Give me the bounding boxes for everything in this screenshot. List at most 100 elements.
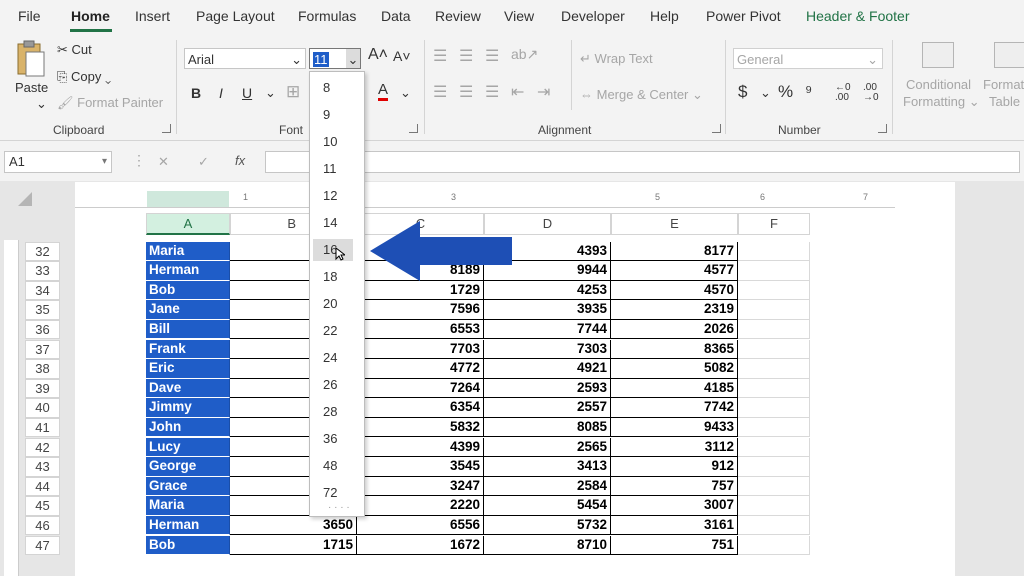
tab-review[interactable]: Review	[435, 8, 481, 24]
row-header[interactable]: 47	[25, 535, 60, 556]
column-header-e[interactable]: E	[611, 213, 738, 235]
empty-cell[interactable]	[738, 359, 810, 379]
name-cell[interactable]: Frank	[146, 339, 230, 360]
font-size-option[interactable]: 48	[313, 455, 353, 477]
name-cell[interactable]: Jimmy	[146, 398, 230, 418]
empty-cell[interactable]	[738, 417, 810, 438]
decrease-decimal-icon[interactable]: .00 →0	[863, 83, 879, 103]
table-cell[interactable]: 751	[611, 535, 738, 556]
conditional-formatting-label[interactable]: Conditional	[906, 77, 971, 92]
formula-input[interactable]	[265, 151, 1020, 173]
currency-dropdown-icon[interactable]: ⌄	[760, 85, 771, 101]
table-cell[interactable]: 7596	[357, 300, 484, 320]
table-cell[interactable]: 4772	[357, 359, 484, 379]
font-size-option[interactable]: 9	[313, 104, 353, 126]
tab-page-layout[interactable]: Page Layout	[196, 8, 275, 24]
table-cell[interactable]: 5082	[611, 359, 738, 379]
borders-icon[interactable]: ⊞	[286, 82, 300, 102]
number-launcher-icon[interactable]	[878, 124, 887, 133]
name-cell[interactable]: Grace	[146, 476, 230, 497]
tab-developer[interactable]: Developer	[561, 8, 625, 24]
name-cell[interactable]: Jane	[146, 300, 230, 320]
font-size-option[interactable]: 11	[313, 158, 353, 180]
table-cell[interactable]: 4570	[611, 280, 738, 301]
row-header[interactable]: 45	[25, 496, 60, 516]
font-name-box[interactable]: Arial ⌄	[184, 48, 306, 69]
table-cell[interactable]: 1672	[357, 535, 484, 556]
font-size-option[interactable]: 16	[313, 239, 353, 261]
font-size-option[interactable]: 22	[313, 320, 353, 342]
table-cell[interactable]: 4921	[484, 359, 611, 379]
table-cell[interactable]: 2026	[611, 319, 738, 340]
table-cell[interactable]: 1715	[230, 535, 357, 556]
font-size-option[interactable]: 26	[313, 374, 353, 396]
font-color-button[interactable]: A	[378, 82, 389, 101]
column-header-a[interactable]: A	[146, 213, 230, 235]
empty-cell[interactable]	[738, 378, 810, 399]
table-cell[interactable]: 757	[611, 476, 738, 497]
name-cell[interactable]: John	[146, 417, 230, 438]
orientation-icon[interactable]: ab↗	[511, 46, 538, 63]
name-cell[interactable]: George	[146, 457, 230, 477]
empty-cell[interactable]	[738, 476, 810, 497]
font-size-option[interactable]: 72	[313, 482, 353, 504]
font-size-option[interactable]: 20	[313, 293, 353, 315]
tab-power-pivot[interactable]: Power Pivot	[706, 8, 781, 24]
table-cell[interactable]: 7703	[357, 339, 484, 360]
paste-dropdown-icon[interactable]: ⌄	[36, 96, 47, 112]
format-painter-button[interactable]: 🖌 Format Painter	[57, 95, 163, 111]
table-cell[interactable]: 7264	[357, 378, 484, 399]
table-cell[interactable]: 2584	[484, 476, 611, 497]
table-cell[interactable]: 6556	[357, 515, 484, 536]
number-format-box[interactable]: General ⌄	[733, 48, 883, 69]
underline-dropdown-icon[interactable]: ⌄	[265, 85, 276, 101]
empty-cell[interactable]	[738, 319, 810, 340]
table-cell[interactable]: 3247	[357, 476, 484, 497]
table-cell[interactable]: 3007	[611, 496, 738, 516]
name-cell[interactable]: Dave	[146, 378, 230, 399]
increase-font-size-icon[interactable]: A˄	[368, 46, 388, 64]
tab-view[interactable]: View	[504, 8, 534, 24]
align-center-icon[interactable]: ☰	[459, 82, 473, 102]
conditional-formatting-icon[interactable]	[922, 42, 954, 68]
row-header[interactable]: 43	[25, 457, 60, 477]
align-right-icon[interactable]: ☰	[485, 82, 499, 102]
row-header[interactable]: 42	[25, 437, 60, 458]
empty-cell[interactable]	[738, 280, 810, 301]
table-cell[interactable]: 4399	[357, 437, 484, 458]
row-header[interactable]: 44	[25, 476, 60, 497]
table-cell[interactable]: 4577	[611, 261, 738, 281]
table-cell[interactable]: 8085	[484, 417, 611, 438]
font-color-dropdown-icon[interactable]: ⌄	[400, 85, 411, 101]
tab-header-footer[interactable]: Header & Footer	[806, 8, 910, 24]
table-cell[interactable]: 6553	[357, 319, 484, 340]
row-header[interactable]: 41	[25, 417, 60, 438]
table-cell[interactable]: 6354	[357, 398, 484, 418]
font-size-option[interactable]: 14	[313, 212, 353, 234]
cut-button[interactable]: ✂ Cut	[57, 42, 92, 58]
bold-button[interactable]: B	[191, 85, 201, 101]
decrease-font-size-icon[interactable]: A˅	[393, 48, 411, 64]
name-box[interactable]: A1 ▾	[4, 151, 112, 173]
tab-formulas[interactable]: Formulas	[298, 8, 356, 24]
paste-button[interactable]	[14, 40, 46, 80]
wrap-text-button[interactable]: ↵ Wrap Text	[580, 51, 653, 67]
table-label[interactable]: Table	[989, 94, 1020, 109]
align-left-icon[interactable]: ☰	[433, 82, 447, 102]
font-size-box[interactable]: 11 ⌄	[309, 48, 361, 69]
table-cell[interactable]: 7742	[611, 398, 738, 418]
comma-style-icon[interactable]: ⁹	[805, 82, 812, 102]
table-cell[interactable]: 3935	[484, 300, 611, 320]
table-cell[interactable]: 912	[611, 457, 738, 477]
middle-align-icon[interactable]: ☰	[459, 46, 473, 66]
insert-function-icon[interactable]: fx	[235, 153, 245, 168]
tab-data[interactable]: Data	[381, 8, 411, 24]
italic-button[interactable]: I	[219, 85, 223, 101]
row-header[interactable]: 37	[25, 339, 60, 360]
row-header[interactable]: 35	[25, 300, 60, 320]
font-size-option[interactable]: 18	[313, 266, 353, 288]
tab-file[interactable]: File	[18, 8, 41, 24]
percent-button[interactable]: %	[778, 82, 793, 102]
empty-cell[interactable]	[738, 437, 810, 458]
row-header[interactable]: 38	[25, 359, 60, 379]
